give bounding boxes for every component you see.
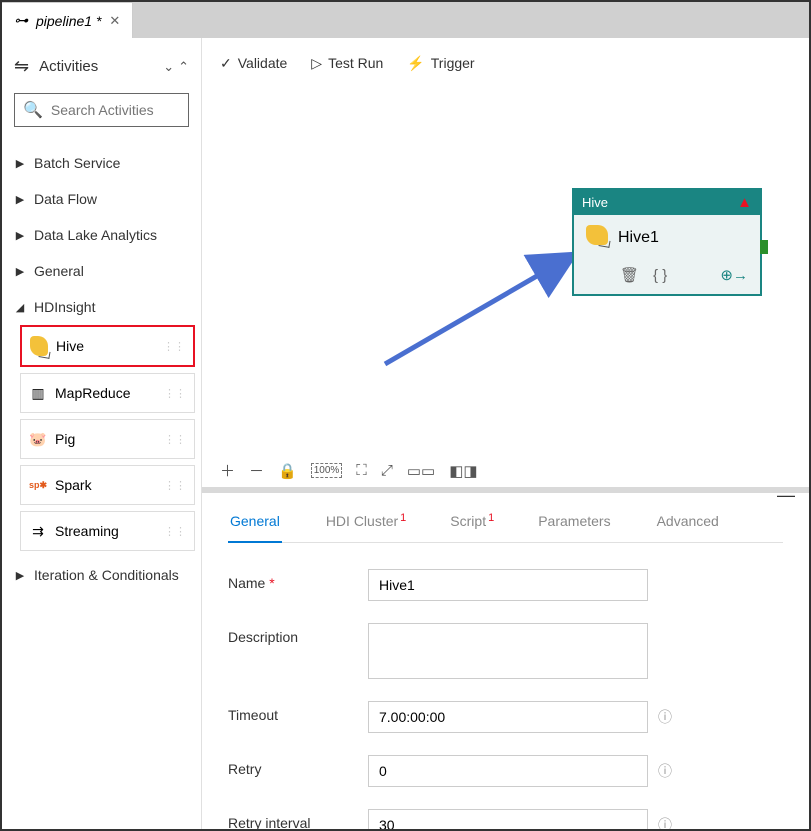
activities-sidebar: ⇋ Activities ⌄⌃ 🔍 ▶Batch Service ▶Data F… <box>2 38 202 829</box>
code-icon[interactable]: { } <box>653 267 667 284</box>
tree-iteration-conditionals[interactable]: ▶Iteration & Conditionals <box>8 557 195 593</box>
retry-input[interactable] <box>368 755 648 787</box>
zoom-100-button[interactable]: 100% <box>311 463 343 478</box>
sidebar-title: Activities <box>39 58 98 75</box>
close-icon[interactable]: ✕ <box>109 13 120 29</box>
activities-icon: ⇋ <box>14 56 29 77</box>
lock-button[interactable]: 🔒 <box>278 462 297 480</box>
align-button[interactable]: ▭▭ <box>407 462 435 480</box>
pig-icon: 🐷 <box>29 430 47 448</box>
name-input[interactable] <box>368 569 648 601</box>
zoom-in-button[interactable]: ＋ <box>220 460 235 481</box>
search-field[interactable] <box>51 102 180 118</box>
tab-script[interactable]: Script1 <box>448 513 494 542</box>
pipeline-canvas[interactable]: Hive ▲ Hive1 🗑 { } ⊕→ ＋ － 🔒 <box>202 88 809 487</box>
validate-button[interactable]: ✓Validate <box>220 55 287 72</box>
activity-hive[interactable]: Hive⋮⋮ <box>20 325 195 367</box>
pipeline-tab[interactable]: ⊶ pipeline1 * ✕ <box>2 2 133 38</box>
label-name: Name * <box>228 569 368 591</box>
trigger-button[interactable]: ⚡Trigger <box>407 55 474 72</box>
activity-streaming[interactable]: ⇉Streaming⋮⋮ <box>20 511 195 551</box>
label-retry-interval: Retry interval <box>228 809 368 829</box>
timeout-input[interactable] <box>368 701 648 733</box>
chevron-right-icon: ▶ <box>14 157 26 170</box>
tab-general[interactable]: General <box>228 513 282 543</box>
zoom-out-button[interactable]: － <box>249 460 264 481</box>
info-icon[interactable]: ⓘ <box>658 701 672 727</box>
collapse-expand-icon[interactable]: ⌄⌃ <box>163 59 189 75</box>
bolt-icon: ⚡ <box>407 55 424 72</box>
layout-button[interactable]: ◧◨ <box>449 462 477 480</box>
minimize-icon[interactable]: — <box>777 485 795 506</box>
grip-icon: ⋮⋮ <box>164 525 186 538</box>
description-input[interactable] <box>368 623 648 679</box>
canvas-tools: ＋ － 🔒 100% ⛶ ⤢ ▭▭ ◧◨ <box>220 460 478 481</box>
properties-panel: General HDI Cluster1 Script1 Parameters … <box>202 493 809 829</box>
label-description: Description <box>228 623 368 645</box>
output-port[interactable] <box>760 240 768 254</box>
grip-icon: ⋮⋮ <box>164 387 186 400</box>
chevron-right-icon: ▶ <box>14 193 26 206</box>
pipeline-icon: ⊶ <box>14 12 28 29</box>
node-type-label: Hive <box>582 195 608 210</box>
chevron-down-icon: ◢ <box>14 301 26 314</box>
fit-button[interactable]: ⛶ <box>356 462 367 479</box>
grip-icon: ⋮⋮ <box>163 340 185 353</box>
activity-mapreduce[interactable]: ▥MapReduce⋮⋮ <box>20 373 195 413</box>
hive-icon <box>586 225 608 250</box>
spark-icon: sp✱ <box>29 476 47 494</box>
panel-divider[interactable]: — <box>202 487 809 493</box>
play-icon: ▷ <box>311 55 322 72</box>
info-icon[interactable]: ⓘ <box>658 755 672 781</box>
label-retry: Retry <box>228 755 368 777</box>
mapreduce-icon: ▥ <box>29 384 47 402</box>
search-activities-input[interactable]: 🔍 <box>14 93 189 127</box>
tab-advanced[interactable]: Advanced <box>655 513 721 542</box>
retry-interval-input[interactable] <box>368 809 648 829</box>
info-icon[interactable]: ⓘ <box>658 809 672 829</box>
activity-pig[interactable]: 🐷Pig⋮⋮ <box>20 419 195 459</box>
label-timeout: Timeout <box>228 701 368 723</box>
tree-general[interactable]: ▶General <box>8 253 195 289</box>
output-icon[interactable]: ⊕→ <box>720 266 748 284</box>
delete-icon[interactable]: 🗑 <box>620 266 639 284</box>
hive-icon <box>30 337 48 355</box>
tree-data-flow[interactable]: ▶Data Flow <box>8 181 195 217</box>
tree-data-lake-analytics[interactable]: ▶Data Lake Analytics <box>8 217 195 253</box>
streaming-icon: ⇉ <box>29 522 47 540</box>
fullscreen-button[interactable]: ⤢ <box>381 462 393 479</box>
activity-spark[interactable]: sp✱Spark⋮⋮ <box>20 465 195 505</box>
tree-batch-service[interactable]: ▶Batch Service <box>8 145 195 181</box>
canvas-toolbar: ✓Validate ▷Test Run ⚡Trigger <box>202 38 809 88</box>
chevron-right-icon: ▶ <box>14 229 26 242</box>
error-badge: 1 <box>488 512 494 524</box>
test-run-button[interactable]: ▷Test Run <box>311 55 383 72</box>
tree-hdinsight[interactable]: ◢HDInsight <box>8 289 195 325</box>
grip-icon: ⋮⋮ <box>164 433 186 446</box>
chevron-right-icon: ▶ <box>14 265 26 278</box>
chevron-right-icon: ▶ <box>14 569 26 582</box>
search-icon: 🔍 <box>23 100 43 120</box>
grip-icon: ⋮⋮ <box>164 479 186 492</box>
hive-activity-node[interactable]: Hive ▲ Hive1 🗑 { } ⊕→ <box>572 188 762 296</box>
pipeline-tab-title: pipeline1 * <box>36 13 101 29</box>
tab-hdi-cluster[interactable]: HDI Cluster1 <box>324 513 406 542</box>
node-name: Hive1 <box>618 229 659 247</box>
warning-icon: ▲ <box>737 194 752 211</box>
error-badge: 1 <box>400 512 406 524</box>
drag-arrow-annotation <box>380 244 590 374</box>
check-icon: ✓ <box>220 55 232 72</box>
tab-parameters[interactable]: Parameters <box>536 513 612 542</box>
